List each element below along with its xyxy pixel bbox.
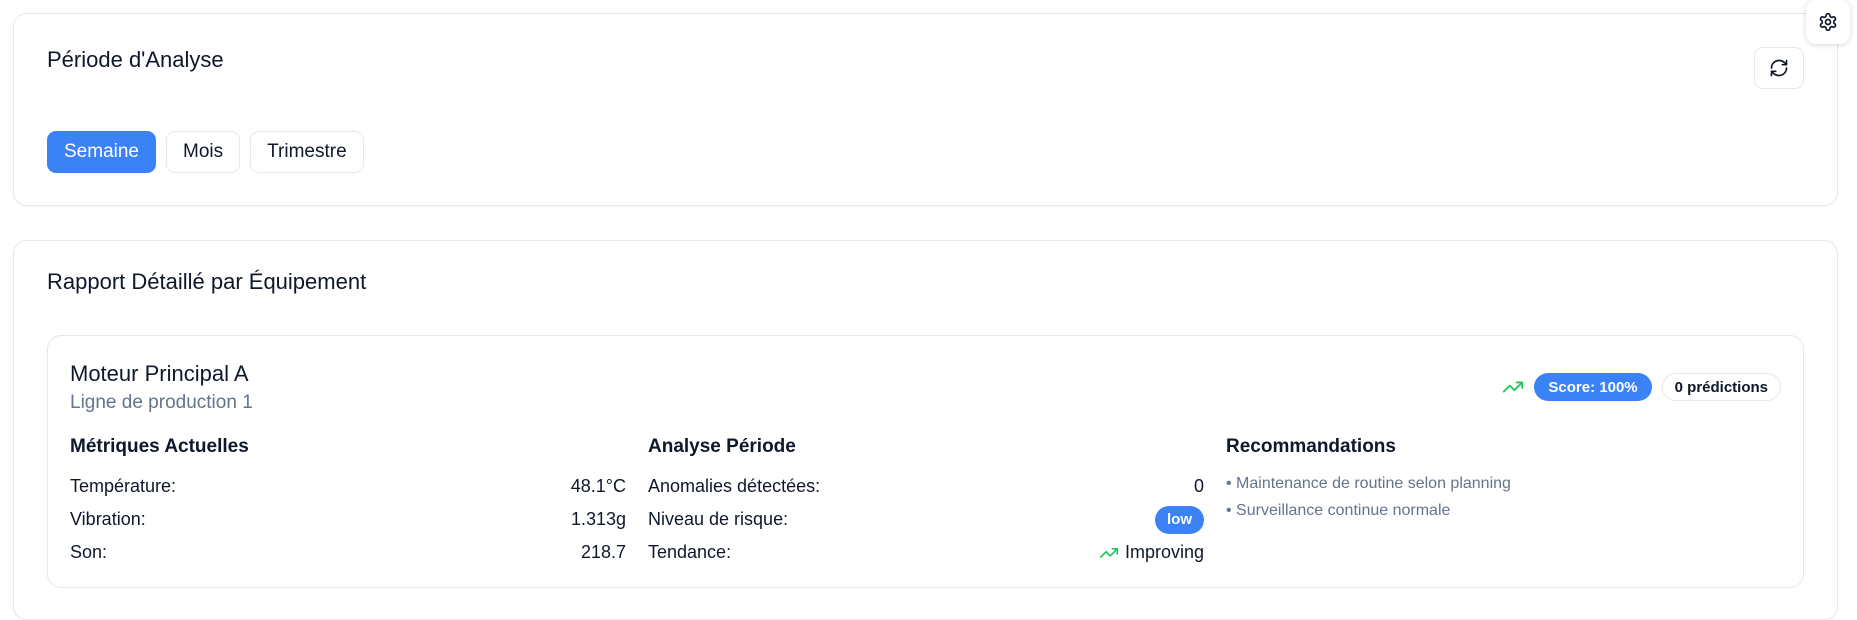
metric-row-vibration: Vibration: 1.313g [70, 503, 626, 536]
period-title: Période d'Analyse [47, 47, 224, 72]
metric-label: Température: [70, 476, 177, 496]
trending-up-icon [1099, 547, 1119, 558]
predictions-badge: 0 prédictions [1661, 373, 1781, 401]
metric-label: Son: [70, 542, 108, 562]
period-card: Période d'Analyse Semaine Mois Trimestre [13, 13, 1838, 206]
analysis-row-anomalies: Anomalies détectées: 0 [648, 470, 1204, 503]
recommendation-item: • Maintenance de routine selon planning [1226, 474, 1511, 492]
equipment-card: Moteur Principal A Ligne de production 1… [47, 335, 1804, 588]
report-title: Rapport Détaillé par Équipement [47, 269, 367, 294]
refresh-button[interactable] [1754, 47, 1804, 89]
gear-icon [1819, 12, 1837, 32]
equipment-badges: Score: 100% 0 prédictions [1502, 373, 1781, 401]
recommendations-section: Recommandations • Maintenance de routine… [1226, 436, 1782, 524]
trend-value: Improving [1124, 542, 1204, 562]
score-badge: Score: 100% [1534, 373, 1652, 401]
refresh-icon [1770, 59, 1788, 77]
trend-value-wrap: Improving [1099, 542, 1204, 563]
analysis-row-risk: Niveau de risque: low [648, 503, 1204, 536]
analysis-row-trend: Tendance: Improving [648, 536, 1204, 569]
equipment-line: Ligne de production 1 [70, 392, 253, 413]
equipment-name: Moteur Principal A [70, 361, 249, 386]
risk-label: Niveau de risque: [648, 509, 789, 529]
recommendations-title: Recommandations [1226, 436, 1396, 457]
settings-button[interactable] [1806, 0, 1850, 44]
anomalies-value: 0 [1193, 476, 1204, 496]
recommendation-item: • Surveillance continue normale [1226, 501, 1451, 519]
metric-value: 1.313g [570, 509, 626, 529]
metric-label: Vibration: [70, 509, 146, 529]
trending-up-icon [1503, 381, 1524, 393]
analysis-title: Analyse Période [648, 436, 796, 457]
report-card: Rapport Détaillé par Équipement Moteur P… [13, 240, 1838, 620]
period-selector: Semaine Mois Trimestre [47, 131, 364, 173]
period-option-trimestre[interactable]: Trimestre [250, 131, 364, 173]
metric-value: 48.1°C [570, 476, 626, 496]
period-option-mois[interactable]: Mois [166, 131, 241, 173]
risk-badge: low [1155, 505, 1204, 534]
metrics-title: Métriques Actuelles [70, 436, 249, 457]
period-option-semaine[interactable]: Semaine [47, 131, 156, 173]
metric-row-sound: Son: 218.7 [70, 536, 626, 569]
metric-row-temperature: Température: 48.1°C [70, 470, 626, 503]
trend-label: Tendance: [648, 542, 732, 562]
metric-value: 218.7 [580, 542, 626, 562]
metrics-section: Métriques Actuelles Température: 48.1°C … [70, 436, 626, 569]
analysis-section: Analyse Période Anomalies détectées: 0 N… [648, 436, 1204, 569]
anomalies-label: Anomalies détectées: [648, 476, 821, 496]
